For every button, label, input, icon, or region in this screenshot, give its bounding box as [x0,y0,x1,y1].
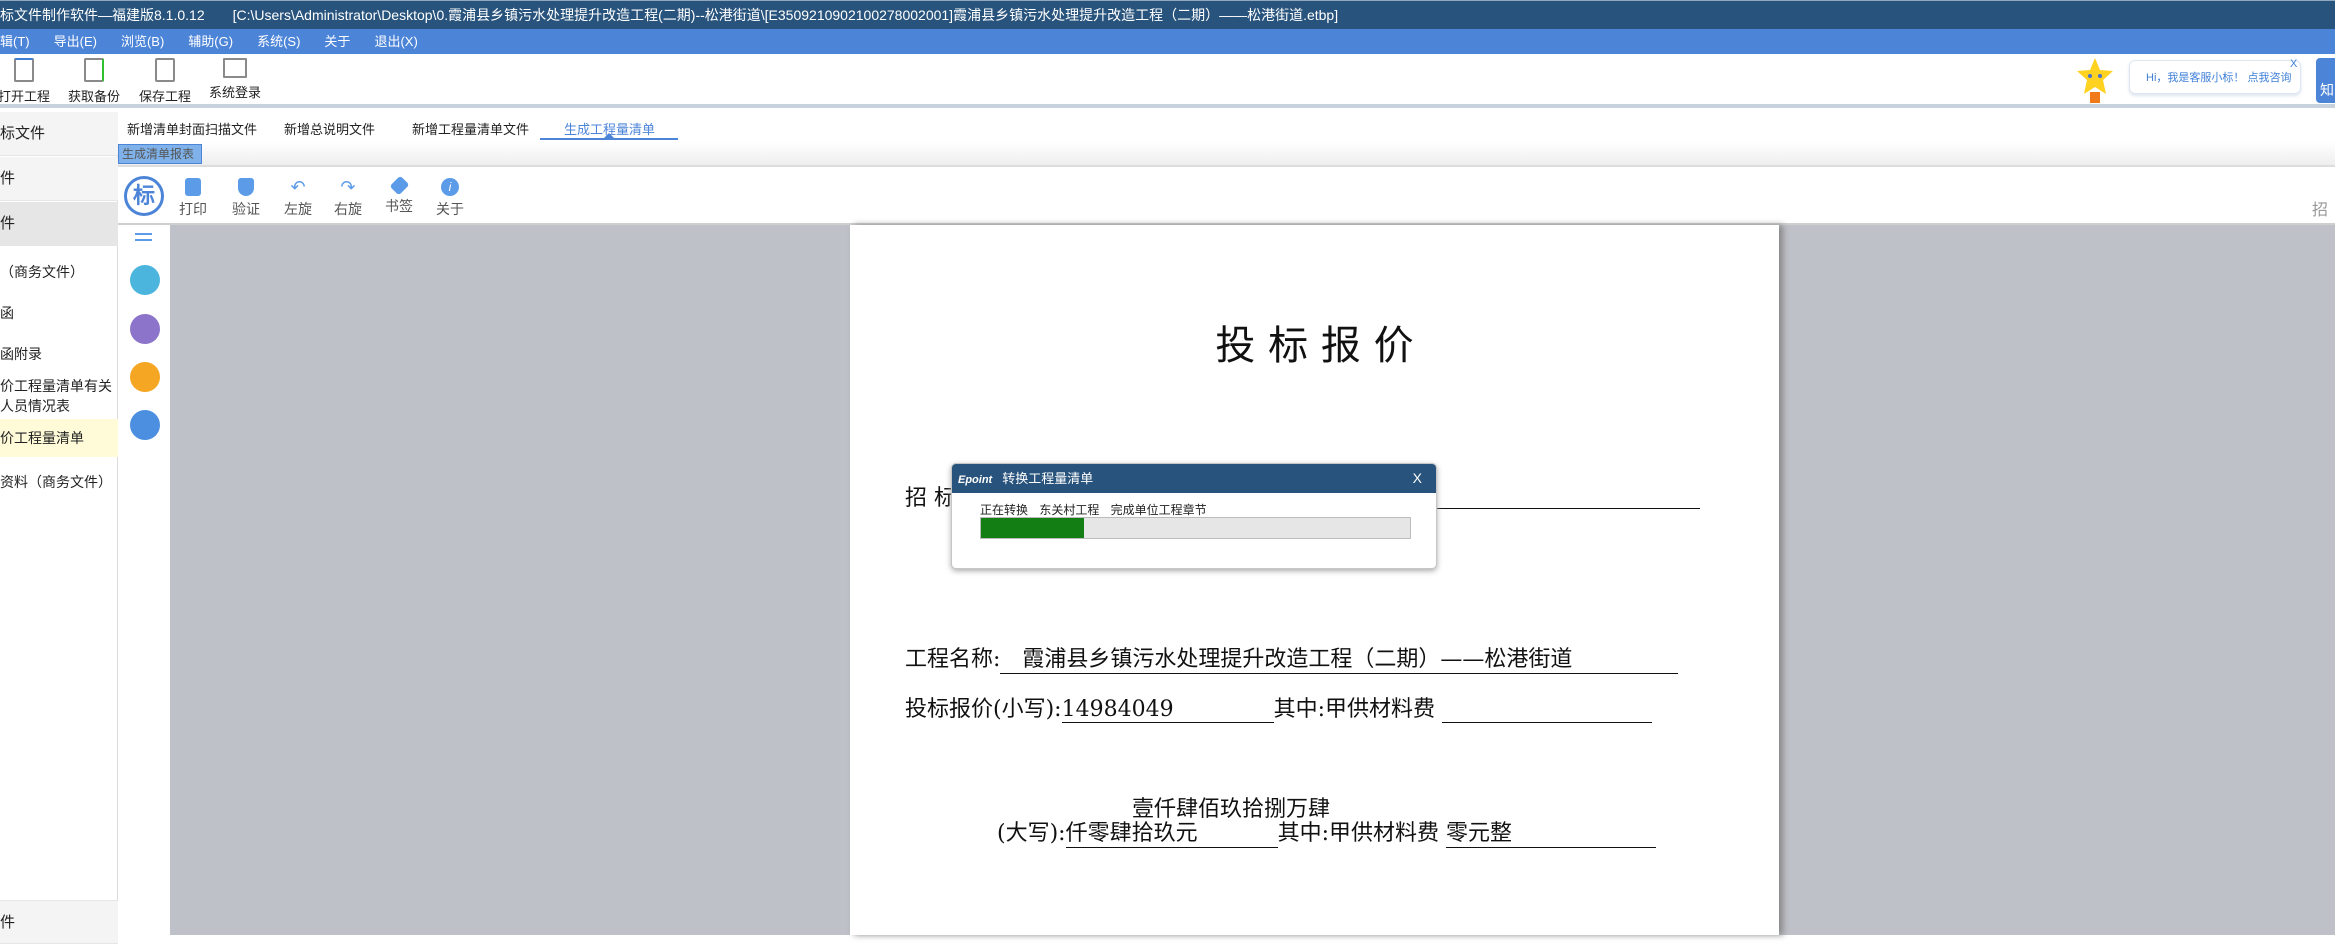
dialog-title: 转换工程量清单 [1002,471,1094,486]
book-icon[interactable] [130,265,160,295]
dialog-header[interactable]: Epoint 转换工程量清单 X [952,464,1436,493]
open-project-button[interactable]: 打开工程 [0,58,52,105]
tag-icon [389,175,409,196]
printer-icon [185,178,201,196]
right-label: 招 [2312,202,2329,219]
progress-bar [980,517,1411,539]
price-small: 14984049 [1061,697,1274,723]
sidebar-item[interactable]: （商务文件） [0,262,118,282]
menu-browse[interactable]: 浏览(B) [121,29,164,54]
file-path: [C:\Users\Administrator\Desktop\0.霞浦县乡镇污… [232,7,1339,23]
logo-icon: 标 [124,176,164,216]
get-backup-button[interactable]: 获取备份 [66,58,122,105]
main-toolbar: 打开工程 获取备份 保存工程 系统登录 [0,54,2335,108]
info-icon: i [441,178,459,196]
rotate-right-icon: ↷ [340,177,356,197]
close-icon[interactable]: X [1413,464,1422,493]
tab-add-cover-scan[interactable]: 新增清单封面扫描文件 [127,119,257,138]
assistant-bubble[interactable]: Hi，我是客服小标！ 点我咨询 [2129,60,2301,94]
sidebar-header[interactable]: 件 [0,157,118,201]
save-icon [155,58,175,82]
active-tab-indicator [540,138,678,140]
system-login-button[interactable]: 系统登录 [207,58,263,101]
supply-small [1442,697,1653,723]
rotate-right-button[interactable]: ↷ 右旋 [328,178,368,219]
tab-add-description[interactable]: 新增总说明文件 [284,119,375,138]
menu-bar: 辑(T) 导出(E) 浏览(B) 辅助(G) 系统(S) 关于 退出(X) [0,29,2335,54]
sidebar-item-selected[interactable]: 价工程量清单 [0,419,118,457]
price-big-label: (大写): [997,821,1066,846]
shield-check-icon [238,178,254,196]
menu-icon[interactable] [135,233,152,241]
sidebar-header[interactable]: 标文件 [0,112,118,156]
epoint-logo: Epoint [958,474,993,486]
price-small-label: 投标报价(小写): [905,697,1062,722]
sidebar-item[interactable]: 人员情况表 [0,396,118,416]
project-label: 工程名称: [905,647,1001,672]
knowledge-button[interactable]: 知 [2316,58,2335,103]
dialog-status: 正在转换 东关村工程 完成单位工程章节 [980,503,1207,517]
pencil-icon[interactable] [130,362,160,392]
sidebar-item[interactable]: 价工程量清单有关 [0,376,118,396]
open-folder-icon [14,58,34,82]
sidebar-footer[interactable]: 件 [0,900,118,944]
project-name: 霞浦县乡镇污水处理提升改造工程（二期）——松港街道 [1000,641,1679,674]
supply-label: 其中:甲供材料费 [1277,821,1440,846]
about-button[interactable]: i 关于 [430,178,470,219]
close-icon[interactable]: X [2290,58,2297,70]
subtab-bar [118,142,2335,167]
title-bar: 标文件制作软件—福建版8.1.0.12 [C:\Users\Administrat… [0,0,2335,29]
menu-export[interactable]: 导出(E) [54,29,97,54]
supply-label: 其中:甲供材料费 [1273,697,1436,722]
price-big-line2: 仟零肆拾玖元 [1065,815,1278,848]
bookmark-button[interactable]: 书签 [379,175,419,216]
mascot-icon[interactable] [2077,58,2113,104]
save-project-button[interactable]: 保存工程 [137,58,193,105]
rotate-left-button[interactable]: ↶ 左旋 [278,178,318,219]
caret-up-icon [604,133,614,138]
sidebar-item[interactable]: 函 [0,303,118,323]
menu-edit[interactable]: 辑(T) [0,29,30,54]
tenderer-label: 招 标 [905,486,956,511]
search-icon[interactable] [130,410,160,440]
verify-button[interactable]: 验证 [226,178,266,219]
menu-assist[interactable]: 辅助(G) [188,29,233,54]
menu-about[interactable]: 关于 [324,29,350,54]
subtab-generate-report[interactable]: 生成清单报表 [118,144,202,164]
document-title: 投 标 报 价 [1215,323,1414,369]
app-title: 标文件制作软件—福建版8.1.0.12 [0,7,205,23]
login-icon [223,58,247,78]
sidebar-header-selected[interactable]: 件 [0,202,118,246]
grid-icon[interactable] [130,314,160,344]
supply-big: 零元整 [1446,815,1657,848]
menu-system[interactable]: 系统(S) [257,29,300,54]
tab-bar: 新增清单封面扫描文件 新增总说明文件 新增工程量清单文件 生成工程量清单 [118,112,2335,142]
sidebar-item[interactable]: 资料（商务文件） [0,472,118,492]
tab-add-bill-file[interactable]: 新增工程量清单文件 [412,119,529,138]
rotate-left-icon: ↶ [290,177,306,197]
backup-icon [84,58,104,82]
convert-dialog: Epoint 转换工程量清单 X 正在转换 东关村工程 完成单位工程章节 [951,463,1437,569]
sidebar-item[interactable]: 函附录 [0,344,118,364]
document-page: 投 标 报 价 招 标 工程名称: 霞浦县乡镇污水处理提升改造工程（二期）——松港… [850,225,1779,935]
menu-exit[interactable]: 退出(X) [374,29,417,54]
sidebar: 标文件 件 件 （商务文件） 函 函附录 价工程量清单有关 人员情况表 价工程量… [0,112,118,944]
progress-fill [981,518,1084,538]
print-button[interactable]: 打印 [173,178,213,219]
